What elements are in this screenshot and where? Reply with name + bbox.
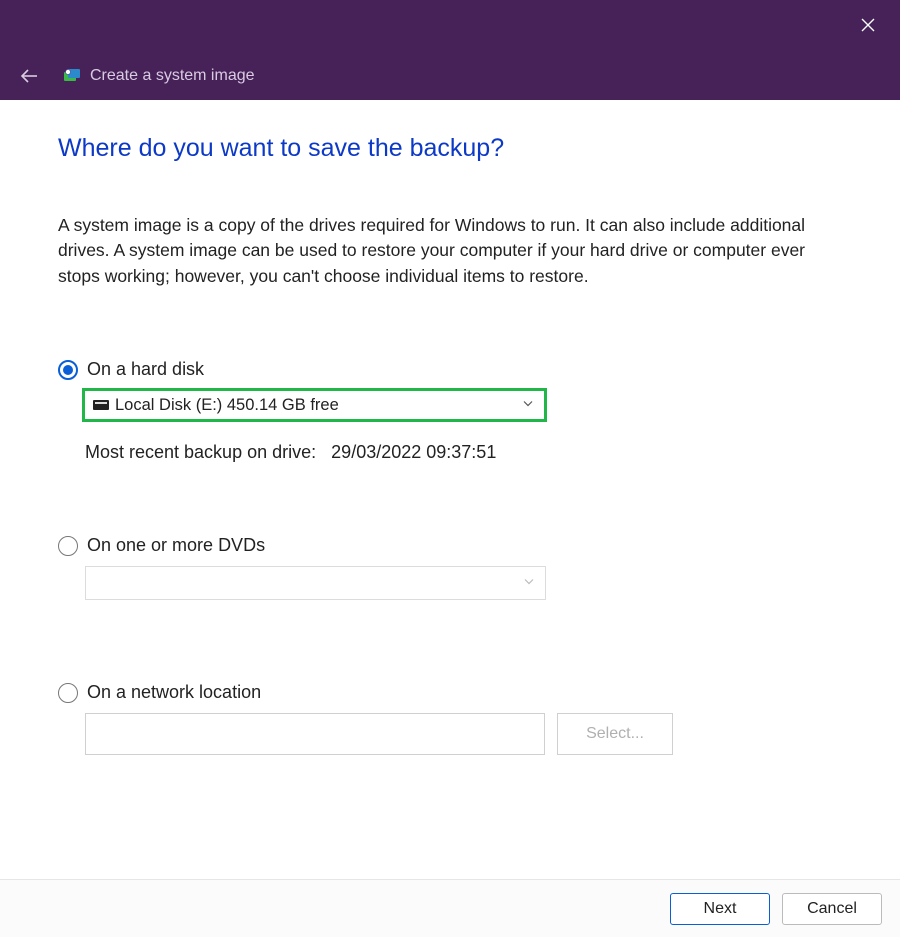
radio-network-label: On a network location [87,682,261,703]
header-title: Create a system image [90,67,255,85]
radio-hard-disk-label: On a hard disk [87,359,204,380]
cancel-button[interactable]: Cancel [782,893,882,925]
radio-dvds-label: On one or more DVDs [87,535,265,556]
radio-hard-disk[interactable] [58,360,78,380]
page-heading: Where do you want to save the backup? [58,134,842,163]
drive-select-value: Local Disk (E:) 450.14 GB free [115,396,339,415]
recent-backup-info: Most recent backup on drive: 29/03/2022 … [85,442,842,463]
network-path-input [85,713,545,755]
radio-dvds[interactable] [58,536,78,556]
next-button[interactable]: Next [670,893,770,925]
system-image-icon [62,66,82,86]
chevron-down-icon [523,576,535,591]
network-select-button: Select... [557,713,673,755]
option-hard-disk: On a hard disk Local Disk (E:) 450.14 GB… [58,359,842,463]
recent-backup-value: 29/03/2022 09:37:51 [331,442,496,462]
option-dvds: On one or more DVDs [58,535,842,600]
header-row: Create a system image [0,52,900,100]
main-content: Where do you want to save the backup? A … [0,100,900,755]
option-network: On a network location Select... [58,682,842,755]
footer-bar: Next Cancel [0,879,900,937]
back-arrow-icon[interactable] [18,65,40,87]
drive-icon [93,400,109,410]
chevron-down-icon [522,398,534,413]
radio-network[interactable] [58,683,78,703]
dvd-select-dropdown [85,566,546,600]
page-description: A system image is a copy of the drives r… [58,213,842,289]
close-icon[interactable] [856,16,880,37]
titlebar [0,0,900,52]
drive-select-dropdown[interactable]: Local Disk (E:) 450.14 GB free [82,388,547,422]
recent-backup-label: Most recent backup on drive: [85,442,316,462]
